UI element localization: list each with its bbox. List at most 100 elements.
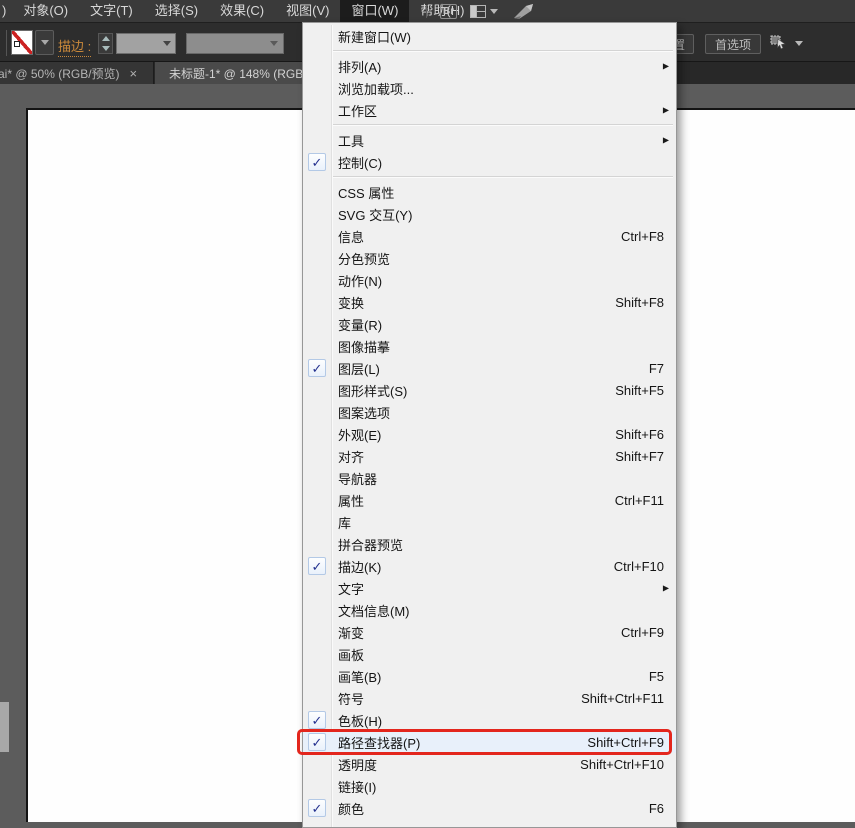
menu-item-label: 信息 [338,229,365,245]
menubar-item-object[interactable]: 对象(O) [12,0,79,22]
menu-item-label: 描边(K) [338,559,382,575]
menu-item-gradient[interactable]: 渐变 Ctrl+F9 [303,621,676,643]
menu-item-label: 透明度 [338,757,378,773]
menu-item-shortcut: Shift+Ctrl+F11 [581,690,664,706]
menu-item-flattener-preview[interactable]: 拼合器预览 [303,533,676,555]
close-icon[interactable]: × [130,66,138,81]
stroke-weight-dropdown[interactable] [116,33,176,54]
menu-item-graphic-styles[interactable]: 图形样式(S) Shift+F5 [303,379,676,401]
menu-item-symbols[interactable]: 符号 Shift+Ctrl+F11 [303,687,676,709]
menu-item-shortcut: Ctrl+F11 [614,492,664,508]
swatch-dropdown-button[interactable] [35,30,54,55]
menu-item-label: 分色预览 [338,251,391,267]
menu-item-libraries[interactable]: 库 [303,511,676,533]
menu-item-transparency[interactable]: 透明度 Shift+Ctrl+F10 [303,753,676,775]
menu-item-document-info[interactable]: 文档信息(M) [303,599,676,621]
menubar-item-partial[interactable]: ) [0,0,12,22]
menu-item-artboards[interactable]: 画板 [303,643,676,665]
chevron-down-icon[interactable] [795,41,803,46]
menu-item-brushes[interactable]: 画笔(B) F5 [303,665,676,687]
menu-item-label: 外观(E) [338,427,382,443]
menu-item-css-properties[interactable]: CSS 属性 [303,181,676,203]
stepper-down-icon[interactable] [101,45,110,51]
menubar-icon-cluster: Br [426,0,535,22]
menu-item-control[interactable]: ✓ 控制(C) [303,151,676,173]
menu-item-info[interactable]: 信息 Ctrl+F8 [303,225,676,247]
menubar-item-window[interactable]: 窗口(W) [340,0,410,22]
selection-tool-icon[interactable] [770,35,786,50]
menubar-item-view[interactable]: 视图(V) [275,0,340,22]
menu-item-actions[interactable]: 动作(N) [303,269,676,291]
menu-item-links[interactable]: 链接(I) [303,775,676,797]
menu-item-shortcut: F5 [648,668,664,684]
menu-item-arrange[interactable]: 排列(A) ▶ [303,55,676,77]
app-menu-bar: ) 对象(O) 文字(T) 选择(S) 效果(C) 视图(V) 窗口(W) 帮助… [0,0,855,22]
menu-item-color[interactable]: ✓ 颜色 F6 [303,797,676,819]
menu-item-swatches[interactable]: ✓ 色板(H) [303,709,676,731]
menu-item-transform[interactable]: 变换 Shift+F8 [303,291,676,313]
menubar-item-type[interactable]: 文字(T) [79,0,144,22]
tab-title: ai* @ 50% (RGB/预览) [0,66,120,81]
menu-item-align[interactable]: 对齐 Shift+F7 [303,445,676,467]
illustrator-window: { "glyphs": { "check": "✓", "submenu_arr… [0,0,855,828]
chevron-down-icon [163,41,171,46]
menu-item-label: 图层(L) [338,361,380,377]
stroke-label[interactable]: 描边 : [58,36,92,57]
stepper-up-icon[interactable] [101,36,110,42]
menu-item-label: 拼合器预览 [338,537,404,553]
menu-item-shortcut: Shift+F8 [615,294,664,310]
preferences-button[interactable]: 首选项 [705,34,761,54]
check-icon: ✓ [308,359,326,377]
arrange-documents-button[interactable] [470,4,499,18]
document-tab-inactive[interactable]: ai* @ 50% (RGB/预览) × [0,62,154,84]
menu-item-label: 属性 [338,493,365,509]
menu-item-shortcut: Shift+F5 [615,382,664,398]
window-menu-items: 新建窗口(W) 排列(A) ▶ 浏览加载项... 工作区 ▶ 工具 ▶ ✓ 控制(C) CSS 属性… [303,25,676,819]
menu-item-separations-preview[interactable]: 分色预览 [303,247,676,269]
menu-item-label: 符号 [338,691,365,707]
menu-item-new-window[interactable]: 新建窗口(W) [303,25,676,47]
menu-item-pattern-options[interactable]: 图案选项 [303,401,676,423]
menu-item-properties[interactable]: 属性 Ctrl+F11 [303,489,676,511]
menu-item-stroke[interactable]: ✓ 描边(K) Ctrl+F10 [303,555,676,577]
chevron-down-icon [490,8,499,14]
menu-item-type-panels[interactable]: 文字 ▶ [303,577,676,599]
checkbox-checked: ✓ [303,799,331,817]
menu-item-navigator[interactable]: 导航器 [303,467,676,489]
bridge-icon[interactable]: Br [440,3,458,19]
menu-item-workspace[interactable]: 工作区 ▶ [303,99,676,121]
checkbox-checked: ✓ [303,711,331,729]
menubar-item-effect[interactable]: 效果(C) [209,0,275,22]
menu-item-tools[interactable]: 工具 ▶ [303,129,676,151]
menu-item-shortcut: Ctrl+F9 [621,624,664,640]
menu-item-variables[interactable]: 变量(R) [303,313,676,335]
scrollbar-fragment[interactable] [0,702,9,752]
menubar-item-select[interactable]: 选择(S) [144,0,209,22]
menu-item-label: 排列(A) [338,59,382,75]
menu-item-label: 画笔(B) [338,669,382,685]
menu-item-label: 工作区 [338,103,378,119]
menu-item-label: 图案选项 [338,405,391,421]
menu-item-label: 对齐 [338,449,365,465]
arrange-documents-icon [470,4,487,18]
menu-item-label: 图像描摹 [338,339,391,355]
checkbox-checked: ✓ [303,557,331,575]
chevron-down-icon [40,40,49,45]
menubar-separator [426,4,427,18]
menu-item-appearance[interactable]: 外观(E) Shift+F6 [303,423,676,445]
menu-item-label: 变量(R) [338,317,383,333]
menu-item-image-trace[interactable]: 图像描摹 [303,335,676,357]
chevron-down-icon [270,41,278,46]
variable-width-profile-dropdown[interactable] [186,33,284,54]
document-tab-active[interactable]: 未标题-1* @ 148% (RGB [155,62,325,84]
menu-item-layers[interactable]: ✓ 图层(L) F7 [303,357,676,379]
menu-item-label: 文字 [338,581,365,597]
stroke-weight-stepper[interactable] [98,33,113,54]
menu-item-shortcut: Shift+F7 [615,448,664,464]
menu-item-svg-interactivity[interactable]: SVG 交互(Y) [303,203,676,225]
menu-item-browse-addons[interactable]: 浏览加载项... [303,77,676,99]
menu-item-label: 色板(H) [338,713,383,729]
pathfinder-highlight-box [297,729,672,755]
fill-none-swatch[interactable] [11,30,33,55]
gpu-rocket-icon[interactable] [511,3,535,20]
